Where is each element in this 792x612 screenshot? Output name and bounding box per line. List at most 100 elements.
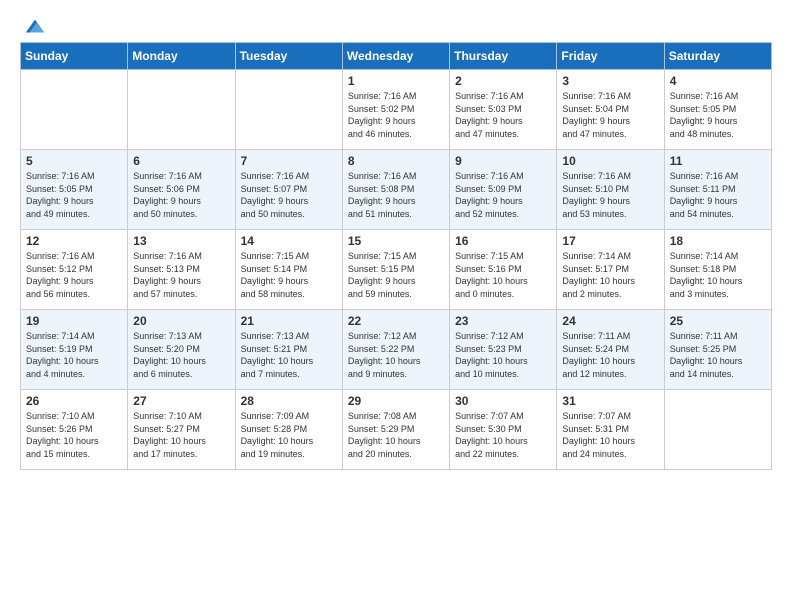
day-cell-5-5: 30 Sunrise: 7:07 AM Sunset: 5:30 PM Dayli… [450,390,557,470]
day-number: 20 [133,314,229,328]
day-cell-3-2: 13 Sunrise: 7:16 AM Sunset: 5:13 PM Dayli… [128,230,235,310]
weekday-header-saturday: Saturday [664,43,771,70]
day-info: Sunrise: 7:16 AM Sunset: 5:09 PM Dayligh… [455,170,551,220]
day-cell-2-1: 5 Sunrise: 7:16 AM Sunset: 5:05 PM Daylig… [21,150,128,230]
day-cell-5-6: 31Sunrise: 7:07 AM Sunset: 5:31 PM Dayli… [557,390,664,470]
week-row-1: 1 Sunrise: 7:16 AM Sunset: 5:02 PM Daylig… [21,70,772,150]
day-info: Sunrise: 7:14 AM Sunset: 5:18 PM Dayligh… [670,250,766,300]
day-cell-2-7: 11 Sunrise: 7:16 AM Sunset: 5:11 PM Dayli… [664,150,771,230]
day-info: Sunrise: 7:16 AM Sunset: 5:11 PM Dayligh… [670,170,766,220]
day-number: 4 [670,74,766,88]
day-cell-1-4: 1 Sunrise: 7:16 AM Sunset: 5:02 PM Daylig… [342,70,449,150]
day-number: 30 [455,394,551,408]
day-number: 12 [26,234,122,248]
day-info: Sunrise: 7:12 AM Sunset: 5:22 PM Dayligh… [348,330,444,380]
day-number: 11 [670,154,766,168]
day-info: Sunrise: 7:14 AM Sunset: 5:17 PM Dayligh… [562,250,658,300]
day-number: 15 [348,234,444,248]
day-cell-2-3: 7Sunrise: 7:16 AM Sunset: 5:07 PM Daylig… [235,150,342,230]
day-cell-5-1: 26 Sunrise: 7:10 AM Sunset: 5:26 PM Dayli… [21,390,128,470]
day-info: Sunrise: 7:10 AM Sunset: 5:27 PM Dayligh… [133,410,229,460]
day-cell-3-1: 12 Sunrise: 7:16 AM Sunset: 5:12 PM Dayli… [21,230,128,310]
day-info: Sunrise: 7:12 AM Sunset: 5:23 PM Dayligh… [455,330,551,380]
day-info: Sunrise: 7:09 AM Sunset: 5:28 PM Dayligh… [241,410,337,460]
day-number: 7 [241,154,337,168]
day-info: Sunrise: 7:16 AM Sunset: 5:04 PM Dayligh… [562,90,658,140]
day-cell-2-4: 8Sunrise: 7:16 AM Sunset: 5:08 PM Daylig… [342,150,449,230]
day-cell-5-3: 28 Sunrise: 7:09 AM Sunset: 5:28 PM Dayli… [235,390,342,470]
day-info: Sunrise: 7:15 AM Sunset: 5:16 PM Dayligh… [455,250,551,300]
day-cell-4-1: 19 Sunrise: 7:14 AM Sunset: 5:19 PM Dayli… [21,310,128,390]
day-number: 2 [455,74,551,88]
day-cell-3-6: 17 Sunrise: 7:14 AM Sunset: 5:17 PM Dayli… [557,230,664,310]
day-cell-2-2: 6Sunrise: 7:16 AM Sunset: 5:06 PM Daylig… [128,150,235,230]
day-number: 31 [562,394,658,408]
day-cell-3-5: 16 Sunrise: 7:15 AM Sunset: 5:16 PM Dayli… [450,230,557,310]
day-info: Sunrise: 7:16 AM Sunset: 5:05 PM Dayligh… [670,90,766,140]
day-cell-4-3: 21Sunrise: 7:13 AM Sunset: 5:21 PM Dayli… [235,310,342,390]
day-cell-4-5: 23 Sunrise: 7:12 AM Sunset: 5:23 PM Dayli… [450,310,557,390]
day-cell-4-2: 20 Sunrise: 7:13 AM Sunset: 5:20 PM Dayli… [128,310,235,390]
day-info: Sunrise: 7:16 AM Sunset: 5:02 PM Dayligh… [348,90,444,140]
day-cell-1-6: 3 Sunrise: 7:16 AM Sunset: 5:04 PM Daylig… [557,70,664,150]
day-cell-5-7 [664,390,771,470]
day-cell-3-3: 14 Sunrise: 7:15 AM Sunset: 5:14 PM Dayli… [235,230,342,310]
day-info: Sunrise: 7:15 AM Sunset: 5:14 PM Dayligh… [241,250,337,300]
weekday-header-monday: Monday [128,43,235,70]
day-info: Sunrise: 7:16 AM Sunset: 5:12 PM Dayligh… [26,250,122,300]
day-number: 14 [241,234,337,248]
day-number: 13 [133,234,229,248]
day-info: Sunrise: 7:07 AM Sunset: 5:30 PM Dayligh… [455,410,551,460]
day-number: 21 [241,314,337,328]
day-number: 5 [26,154,122,168]
day-cell-1-5: 2 Sunrise: 7:16 AM Sunset: 5:03 PM Daylig… [450,70,557,150]
day-info: Sunrise: 7:15 AM Sunset: 5:15 PM Dayligh… [348,250,444,300]
header [20,16,772,30]
day-info: Sunrise: 7:16 AM Sunset: 5:05 PM Dayligh… [26,170,122,220]
day-number: 10 [562,154,658,168]
day-number: 19 [26,314,122,328]
day-number: 26 [26,394,122,408]
day-number: 28 [241,394,337,408]
day-info: Sunrise: 7:11 AM Sunset: 5:24 PM Dayligh… [562,330,658,380]
day-info: Sunrise: 7:08 AM Sunset: 5:29 PM Dayligh… [348,410,444,460]
day-number: 3 [562,74,658,88]
weekday-header-friday: Friday [557,43,664,70]
day-info: Sunrise: 7:16 AM Sunset: 5:03 PM Dayligh… [455,90,551,140]
week-row-4: 19 Sunrise: 7:14 AM Sunset: 5:19 PM Dayli… [21,310,772,390]
day-cell-2-6: 10Sunrise: 7:16 AM Sunset: 5:10 PM Dayli… [557,150,664,230]
day-cell-1-1 [21,70,128,150]
day-info: Sunrise: 7:16 AM Sunset: 5:06 PM Dayligh… [133,170,229,220]
calendar: SundayMondayTuesdayWednesdayThursdayFrid… [20,42,772,470]
day-number: 24 [562,314,658,328]
day-number: 17 [562,234,658,248]
day-info: Sunrise: 7:13 AM Sunset: 5:20 PM Dayligh… [133,330,229,380]
day-number: 9 [455,154,551,168]
week-row-3: 12 Sunrise: 7:16 AM Sunset: 5:12 PM Dayli… [21,230,772,310]
day-number: 25 [670,314,766,328]
day-cell-3-4: 15 Sunrise: 7:15 AM Sunset: 5:15 PM Dayli… [342,230,449,310]
day-info: Sunrise: 7:16 AM Sunset: 5:08 PM Dayligh… [348,170,444,220]
day-number: 22 [348,314,444,328]
day-info: Sunrise: 7:16 AM Sunset: 5:13 PM Dayligh… [133,250,229,300]
weekday-header-sunday: Sunday [21,43,128,70]
logo-icon [24,16,46,38]
day-cell-4-4: 22 Sunrise: 7:12 AM Sunset: 5:22 PM Dayli… [342,310,449,390]
day-number: 29 [348,394,444,408]
weekday-header-row: SundayMondayTuesdayWednesdayThursdayFrid… [21,43,772,70]
day-number: 18 [670,234,766,248]
logo [20,16,46,30]
day-info: Sunrise: 7:10 AM Sunset: 5:26 PM Dayligh… [26,410,122,460]
day-cell-5-2: 27Sunrise: 7:10 AM Sunset: 5:27 PM Dayli… [128,390,235,470]
day-cell-2-5: 9 Sunrise: 7:16 AM Sunset: 5:09 PM Daylig… [450,150,557,230]
page: SundayMondayTuesdayWednesdayThursdayFrid… [0,0,792,486]
day-number: 1 [348,74,444,88]
day-cell-1-2 [128,70,235,150]
day-number: 16 [455,234,551,248]
day-cell-1-3 [235,70,342,150]
day-info: Sunrise: 7:14 AM Sunset: 5:19 PM Dayligh… [26,330,122,380]
weekday-header-thursday: Thursday [450,43,557,70]
day-number: 23 [455,314,551,328]
weekday-header-tuesday: Tuesday [235,43,342,70]
week-row-5: 26 Sunrise: 7:10 AM Sunset: 5:26 PM Dayli… [21,390,772,470]
